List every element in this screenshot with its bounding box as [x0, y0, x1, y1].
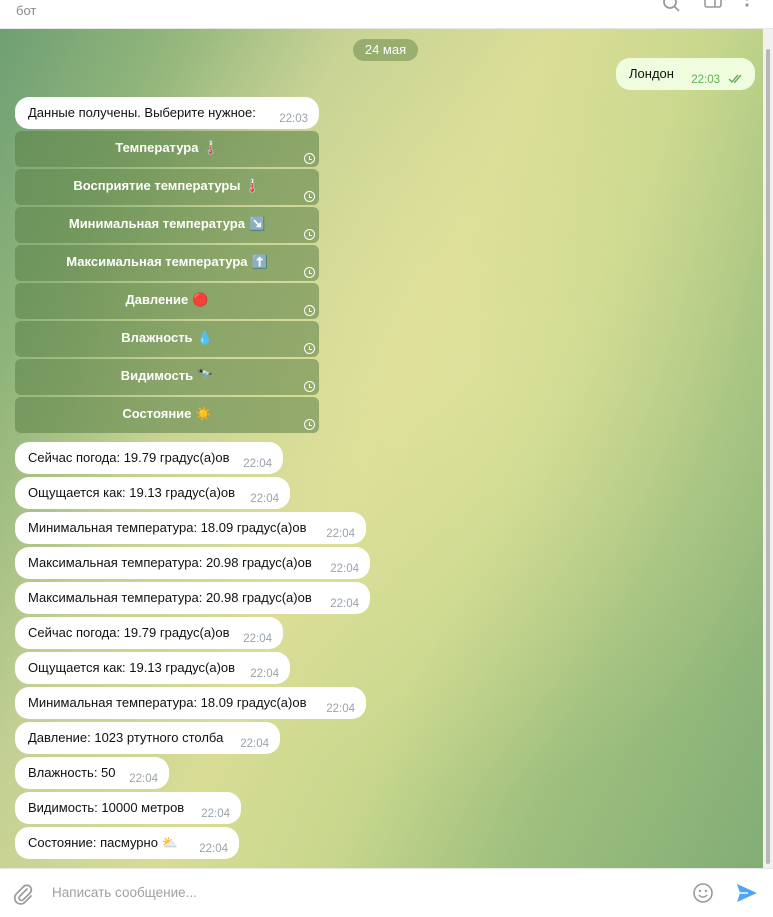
keyboard-button-label: Видимость: [120, 368, 194, 383]
paperclip-icon[interactable]: [12, 883, 34, 905]
bot-message[interactable]: Видимость: 10000 метров 22:04: [15, 792, 241, 824]
message-time: 22:04: [240, 738, 269, 750]
arrow-up-icon: ⬆️: [251, 254, 268, 269]
message-input[interactable]: Написать сообщение...: [52, 885, 197, 900]
message-text: Сейчас погода: 19.79 градус(а)ов: [28, 450, 230, 465]
thermometer-icon: 🌡️: [202, 140, 219, 155]
message-text: Сейчас погода: 19.79 градус(а)ов: [28, 625, 230, 640]
bot-message[interactable]: Максимальная температура: 20.98 градус(а…: [15, 547, 370, 579]
emoji-icon[interactable]: [692, 882, 714, 904]
clock-icon: [304, 419, 315, 430]
message-time: 22:04: [199, 843, 228, 855]
clock-icon: [304, 305, 315, 316]
bot-message[interactable]: Минимальная температура: 18.09 градус(а)…: [15, 687, 366, 719]
bot-message[interactable]: Давление: 1023 ртутного столба 22:04: [15, 722, 280, 754]
scrollbar-thumb[interactable]: [766, 49, 770, 864]
bot-message[interactable]: Состояние: пасмурно ⛅ 22:04: [15, 827, 239, 859]
keyboard-button-label: Температура: [115, 140, 199, 155]
message-text: Состояние: пасмурно ⛅: [28, 835, 178, 850]
message-time: 22:03: [279, 113, 308, 125]
clock-icon: [304, 191, 315, 202]
message-time: 22:04: [250, 493, 279, 505]
keyboard-button-min-temp[interactable]: Минимальная температура ↘️: [15, 207, 319, 243]
message-time: 22:04: [330, 598, 359, 610]
keyboard-button-label: Давление: [125, 292, 189, 307]
message-text: Максимальная температура: 20.98 градус(а…: [28, 590, 312, 605]
sun-icon: ☀️: [195, 406, 212, 421]
message-composer: Написать сообщение...: [0, 868, 773, 917]
message-text: Данные получены. Выберите нужное:: [28, 105, 256, 120]
message-text: Ощущается как: 19.13 градус(а)ов: [28, 660, 236, 675]
red-circle-icon: 🔴: [192, 292, 209, 307]
message-time: 22:04: [330, 563, 359, 575]
chat-header: бот: [0, 0, 773, 29]
bot-prompt-message[interactable]: Данные получены. Выберите нужное: 22:03: [15, 97, 319, 129]
message-time: 22:04: [129, 773, 158, 785]
clock-icon: [304, 381, 315, 392]
chat-scrollbar[interactable]: [763, 29, 773, 868]
keyboard-button-label: Минимальная температура: [68, 216, 245, 231]
keyboard-button-condition[interactable]: Состояние ☀️: [15, 397, 319, 433]
more-vertical-icon[interactable]: [737, 0, 757, 14]
send-icon[interactable]: [735, 882, 759, 904]
message-time: 22:04: [243, 633, 272, 645]
message-text: Минимальная температура: 18.09 градус(а)…: [28, 520, 307, 535]
message-text: Влажность: 50: [28, 765, 116, 780]
telescope-icon: 🔭: [197, 368, 214, 383]
message-text: Максимальная температура: 20.98 градус(а…: [28, 555, 312, 570]
keyboard-button-label: Состояние: [122, 406, 192, 421]
date-divider: 24 мая: [353, 39, 418, 61]
clock-icon: [304, 343, 315, 354]
message-text: Видимость: 10000 метров: [28, 800, 185, 815]
keyboard-button-max-temp[interactable]: Максимальная температура ⬆️: [15, 245, 319, 281]
message-text: Ощущается как: 19.13 градус(а)ов: [28, 485, 236, 500]
outgoing-message[interactable]: Лондон 22:03: [616, 58, 755, 90]
thermometer-icon: 🌡️: [244, 178, 261, 193]
clock-icon: [304, 229, 315, 240]
keyboard-button-label: Влажность: [121, 330, 193, 345]
keyboard-button-temperature[interactable]: Температура 🌡️: [15, 131, 319, 167]
arrow-down-right-icon: ↘️: [248, 216, 266, 231]
message-time: 22:04: [326, 703, 355, 715]
chat-subtitle: бот: [16, 3, 37, 18]
bot-message[interactable]: Ощущается как: 19.13 градус(а)ов 22:04: [15, 477, 290, 509]
droplet-icon: 💧: [196, 330, 213, 345]
keyboard-button-label: Максимальная температура: [66, 254, 248, 269]
clock-icon: [304, 153, 315, 164]
message-text: Давление: 1023 ртутного столба: [28, 730, 224, 745]
keyboard-button-label: Восприятие температуры: [73, 178, 241, 193]
bot-message[interactable]: Максимальная температура: 20.98 градус(а…: [15, 582, 370, 614]
message-time: 22:04: [326, 528, 355, 540]
bot-message[interactable]: Влажность: 50 22:04: [15, 757, 169, 789]
message-time: 22:04: [243, 458, 272, 470]
chat-area[interactable]: 24 мая Лондон 22:03 Данные получены. Выб…: [0, 29, 763, 868]
sidebar-toggle-icon[interactable]: [703, 0, 723, 14]
message-time: 22:04: [201, 808, 230, 820]
message-time: 22:03: [691, 74, 720, 86]
message-time: 22:04: [250, 668, 279, 680]
read-checks-icon: [728, 74, 742, 84]
keyboard-button-humidity[interactable]: Влажность 💧: [15, 321, 319, 357]
bot-message[interactable]: Сейчас погода: 19.79 градус(а)ов 22:04: [15, 617, 283, 649]
keyboard-button-pressure[interactable]: Давление 🔴: [15, 283, 319, 319]
search-icon[interactable]: [662, 0, 682, 14]
bot-message[interactable]: Минимальная температура: 18.09 градус(а)…: [15, 512, 366, 544]
message-text: Минимальная температура: 18.09 градус(а)…: [28, 695, 307, 710]
clock-icon: [304, 267, 315, 278]
keyboard-button-visibility[interactable]: Видимость 🔭: [15, 359, 319, 395]
keyboard-button-feels-like[interactable]: Восприятие температуры 🌡️: [15, 169, 319, 205]
bot-message[interactable]: Сейчас погода: 19.79 градус(а)ов 22:04: [15, 442, 283, 474]
bot-message[interactable]: Ощущается как: 19.13 градус(а)ов 22:04: [15, 652, 290, 684]
message-text: Лондон: [629, 66, 674, 81]
